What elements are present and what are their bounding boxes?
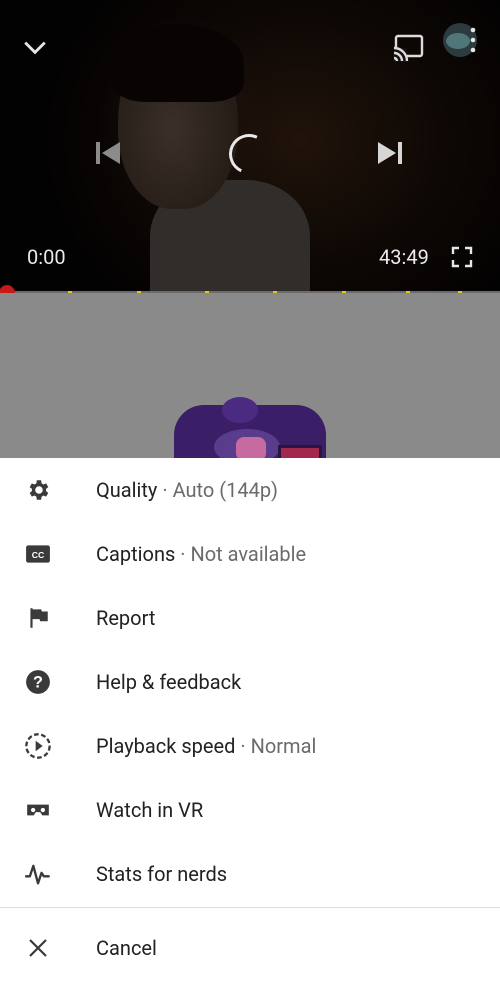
more-options-icon[interactable] bbox=[440, 22, 482, 62]
sheet-divider bbox=[0, 907, 500, 908]
playback-speed-icon bbox=[24, 732, 52, 760]
page-content-scrim[interactable] bbox=[0, 293, 500, 481]
duration: 43:49 bbox=[379, 245, 429, 269]
menu-item-label: Report bbox=[96, 606, 156, 630]
separator-dot: · bbox=[240, 734, 246, 758]
menu-item-value: Normal bbox=[250, 734, 317, 758]
help-icon: ? bbox=[24, 668, 52, 696]
cancel-label: Cancel bbox=[96, 936, 157, 960]
menu-item-value: Not available bbox=[190, 542, 307, 566]
previous-track-icon[interactable] bbox=[92, 138, 124, 168]
menu-item-captions[interactable]: CC Captions · Not available bbox=[0, 522, 500, 586]
menu-item-label: Quality bbox=[96, 478, 158, 502]
separator-dot: · bbox=[162, 478, 168, 502]
menu-item-label: Help & feedback bbox=[96, 670, 242, 694]
video-player[interactable]: 0:00 43:49 bbox=[0, 0, 500, 293]
cc-icon: CC bbox=[24, 540, 52, 568]
menu-item-watch-in-vr[interactable]: Watch in VR bbox=[0, 778, 500, 842]
flag-icon bbox=[24, 604, 52, 632]
menu-item-value: Auto (144p) bbox=[172, 478, 279, 502]
cast-icon[interactable] bbox=[393, 34, 425, 62]
svg-text:?: ? bbox=[33, 673, 43, 691]
menu-item-report[interactable]: Report bbox=[0, 586, 500, 650]
menu-item-label: Captions bbox=[96, 542, 176, 566]
vr-headset-icon bbox=[24, 796, 52, 824]
close-icon bbox=[24, 934, 52, 962]
menu-item-help-feedback[interactable]: ? Help & feedback bbox=[0, 650, 500, 714]
minimize-chevron-icon[interactable] bbox=[22, 34, 48, 60]
separator-dot: · bbox=[180, 542, 186, 566]
menu-item-playback-speed[interactable]: Playback speed · Normal bbox=[0, 714, 500, 778]
menu-item-label: Stats for nerds bbox=[96, 862, 228, 886]
current-time: 0:00 bbox=[27, 245, 66, 269]
svg-text:CC: CC bbox=[32, 550, 45, 560]
fullscreen-icon[interactable] bbox=[451, 246, 473, 268]
player-options-sheet: Quality · Auto (144p) CC Captions · Not … bbox=[0, 458, 500, 982]
artwork-bump bbox=[222, 397, 258, 423]
cancel-button[interactable]: Cancel bbox=[0, 916, 500, 980]
menu-item-stats-for-nerds[interactable]: Stats for nerds bbox=[0, 842, 500, 906]
menu-item-quality[interactable]: Quality · Auto (144p) bbox=[0, 458, 500, 522]
gear-icon bbox=[24, 476, 52, 504]
stats-pulse-icon bbox=[24, 860, 52, 888]
menu-item-label: Watch in VR bbox=[96, 798, 204, 822]
next-track-icon[interactable] bbox=[374, 138, 406, 168]
menu-item-label: Playback speed bbox=[96, 734, 236, 758]
